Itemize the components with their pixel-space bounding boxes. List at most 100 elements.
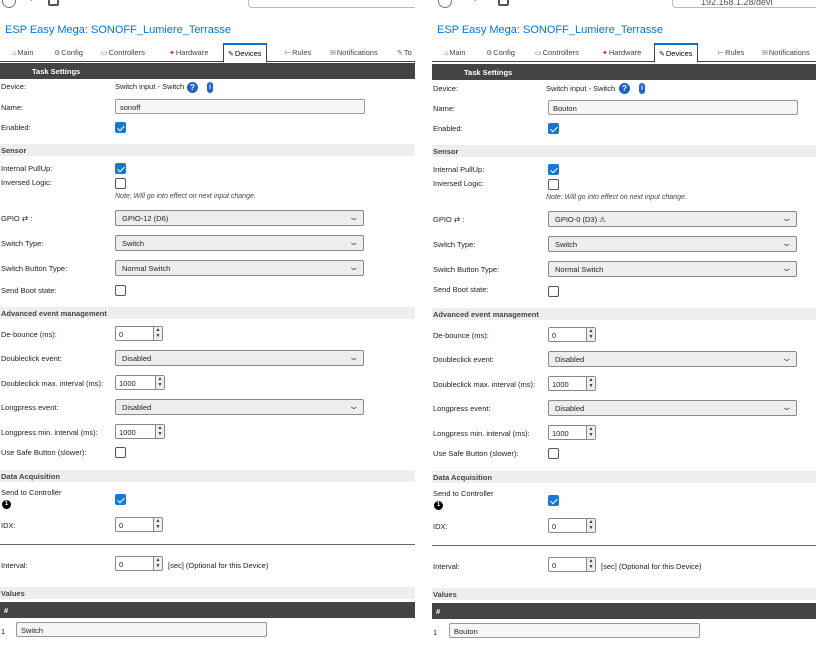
chevron-down-icon: ⌄ bbox=[348, 401, 360, 411]
help-icon[interactable]: ? bbox=[619, 83, 630, 94]
doubleclick-select[interactable]: Disabled ⌄ bbox=[115, 350, 364, 366]
name-input[interactable]: sonoff bbox=[115, 99, 365, 114]
chevron-down-icon: ⌄ bbox=[781, 402, 793, 412]
interval-input[interactable]: 0 ▲ ▼ bbox=[115, 556, 163, 571]
switch-type-select[interactable]: Switch ⌄ bbox=[548, 236, 797, 252]
advanced-section: Advanced event management bbox=[0, 307, 415, 319]
longpress-interval-input[interactable]: 1000 ▲ ▼ bbox=[115, 424, 165, 439]
tab-main[interactable]: ⌂Main bbox=[444, 46, 466, 62]
longpress-interval-input[interactable]: 1000 ▲ ▼ bbox=[548, 425, 596, 440]
longpress-select[interactable]: Disabled ⌄ bbox=[548, 400, 797, 416]
tab-devices[interactable]: ✎Devices bbox=[654, 43, 698, 63]
value-name-input[interactable]: Bouton bbox=[449, 623, 700, 638]
gear-icon: ⚙ bbox=[54, 50, 61, 57]
longpress-interval-label: Longpress min. interval (ms): bbox=[1, 428, 98, 437]
sensor-section: Sensor bbox=[0, 144, 415, 156]
info-icon[interactable]: i bbox=[207, 82, 213, 93]
doubleclick-label: Doubleclick event: bbox=[1, 354, 62, 363]
send-boot-checkbox[interactable] bbox=[115, 285, 126, 296]
spinner-icon[interactable]: ▲ ▼ bbox=[153, 518, 162, 531]
plug-icon: ✎ bbox=[659, 51, 665, 58]
forward-icon[interactable] bbox=[26, 0, 40, 8]
inversed-checkbox[interactable] bbox=[548, 179, 559, 190]
doubleclick-interval-input[interactable]: 1000 ▲ ▼ bbox=[548, 376, 596, 391]
send-controller-checkbox[interactable] bbox=[548, 495, 559, 506]
doubleclick-select[interactable]: Disabled ⌄ bbox=[548, 351, 797, 367]
gpio-select[interactable]: GPIO-0 (D3) ⚠ ⌄ bbox=[548, 211, 797, 227]
back-icon[interactable] bbox=[438, 0, 452, 8]
spinner-icon[interactable]: ▲ ▼ bbox=[586, 377, 595, 390]
interval-label: Interval: bbox=[1, 561, 28, 570]
send-boot-label: Send Boot state: bbox=[433, 285, 489, 294]
doubleclick-label: Doubleclick event: bbox=[433, 355, 494, 364]
send-boot-checkbox[interactable] bbox=[548, 286, 559, 297]
tab-tools[interactable]: ✎To bbox=[397, 46, 412, 62]
address-bar[interactable] bbox=[248, 0, 415, 8]
device-label: Device: bbox=[1, 82, 27, 91]
chevron-down-icon: ⌄ bbox=[348, 237, 360, 247]
debounce-input[interactable]: 0 ▲ ▼ bbox=[115, 326, 163, 341]
name-input[interactable]: Bouton bbox=[548, 100, 798, 115]
inversed-checkbox[interactable] bbox=[115, 178, 126, 189]
home-browser-icon[interactable] bbox=[498, 0, 509, 6]
idx-input[interactable]: 0 ▲ ▼ bbox=[115, 517, 163, 532]
interval-note: [sec] (Optional for this Device) bbox=[168, 561, 269, 570]
safe-button-checkbox[interactable] bbox=[548, 448, 559, 459]
info-icon[interactable]: i bbox=[639, 83, 645, 94]
enabled-checkbox[interactable] bbox=[548, 123, 559, 134]
tab-devices[interactable]: ✎Devices bbox=[223, 43, 267, 63]
home-icon: ⌂ bbox=[444, 50, 449, 57]
spinner-icon[interactable]: ▲ ▼ bbox=[155, 376, 164, 389]
switch-type-select[interactable]: Switch ⌄ bbox=[115, 235, 364, 251]
name-label: Name: bbox=[1, 103, 24, 112]
inversed-label: Inversed Logic: bbox=[433, 179, 484, 188]
forward-icon[interactable] bbox=[470, 0, 484, 8]
spinner-icon[interactable]: ▲ ▼ bbox=[155, 425, 164, 438]
spinner-icon[interactable]: ▲ ▼ bbox=[586, 426, 595, 439]
doubleclick-interval-input[interactable]: 1000 ▲ ▼ bbox=[115, 375, 165, 390]
spinner-icon[interactable]: ▲ ▼ bbox=[153, 557, 162, 570]
device-value: Switch input - Switch bbox=[546, 84, 616, 93]
tab-notifications[interactable]: ✉Notifications bbox=[762, 46, 810, 62]
tab-bar: ⌂Main ⚙Config ▭Controllers ✦Hardware ✎De… bbox=[0, 43, 415, 63]
address-bar[interactable]: 192.168.1.28/devi bbox=[672, 0, 816, 8]
switch-button-type-select[interactable]: Normal Switch ⌄ bbox=[115, 260, 364, 276]
inversed-note: Note: Will go into effect on next input … bbox=[115, 193, 256, 200]
spinner-icon[interactable]: ▲ ▼ bbox=[586, 328, 595, 341]
idx-input[interactable]: 0 ▲ ▼ bbox=[548, 518, 596, 533]
controller-icon: ▭ bbox=[101, 50, 108, 57]
spinner-icon[interactable]: ▲ ▼ bbox=[586, 519, 595, 532]
tab-notifications[interactable]: ✉Notifications bbox=[330, 46, 378, 62]
help-icon[interactable]: ? bbox=[187, 82, 198, 93]
gpio-select[interactable]: GPIO-12 (D6) ⌄ bbox=[115, 210, 364, 226]
tab-controllers[interactable]: ▭Controllers bbox=[535, 46, 579, 62]
tab-config[interactable]: ⚙Config bbox=[486, 46, 515, 62]
tab-config[interactable]: ⚙Config bbox=[54, 46, 83, 62]
pullup-checkbox[interactable] bbox=[115, 163, 126, 174]
pullup-checkbox[interactable] bbox=[548, 164, 559, 175]
tab-controllers[interactable]: ▭Controllers bbox=[101, 46, 145, 62]
tab-hardware[interactable]: ✦Hardware bbox=[169, 46, 208, 62]
separator bbox=[432, 545, 816, 546]
safe-button-checkbox[interactable] bbox=[115, 447, 126, 458]
spinner-icon[interactable]: ▲ ▼ bbox=[153, 327, 162, 340]
mail-icon: ✉ bbox=[762, 50, 768, 57]
controller-icon: ▭ bbox=[535, 50, 542, 57]
home-browser-icon[interactable] bbox=[48, 0, 59, 6]
value-index: 1 bbox=[433, 628, 438, 637]
tab-rules[interactable]: ⊢Rules bbox=[285, 46, 311, 62]
interval-input[interactable]: 0 ▲ ▼ bbox=[548, 557, 596, 572]
spinner-icon[interactable]: ▲ ▼ bbox=[586, 558, 595, 571]
chevron-down-icon: ⌄ bbox=[348, 352, 360, 362]
longpress-select[interactable]: Disabled ⌄ bbox=[115, 399, 364, 415]
send-controller-checkbox[interactable] bbox=[115, 494, 126, 505]
tab-rules[interactable]: ⊢Rules bbox=[718, 46, 744, 62]
tab-hardware[interactable]: ✦Hardware bbox=[602, 46, 641, 62]
tab-main[interactable]: ⌂Main bbox=[12, 46, 34, 62]
mail-icon: ✉ bbox=[330, 50, 336, 57]
debounce-input[interactable]: 0 ▲ ▼ bbox=[548, 327, 596, 342]
enabled-checkbox[interactable] bbox=[115, 122, 126, 133]
back-icon[interactable] bbox=[2, 0, 16, 8]
value-name-input[interactable]: Switch bbox=[16, 622, 267, 637]
switch-button-type-select[interactable]: Normal Switch ⌄ bbox=[548, 261, 797, 277]
